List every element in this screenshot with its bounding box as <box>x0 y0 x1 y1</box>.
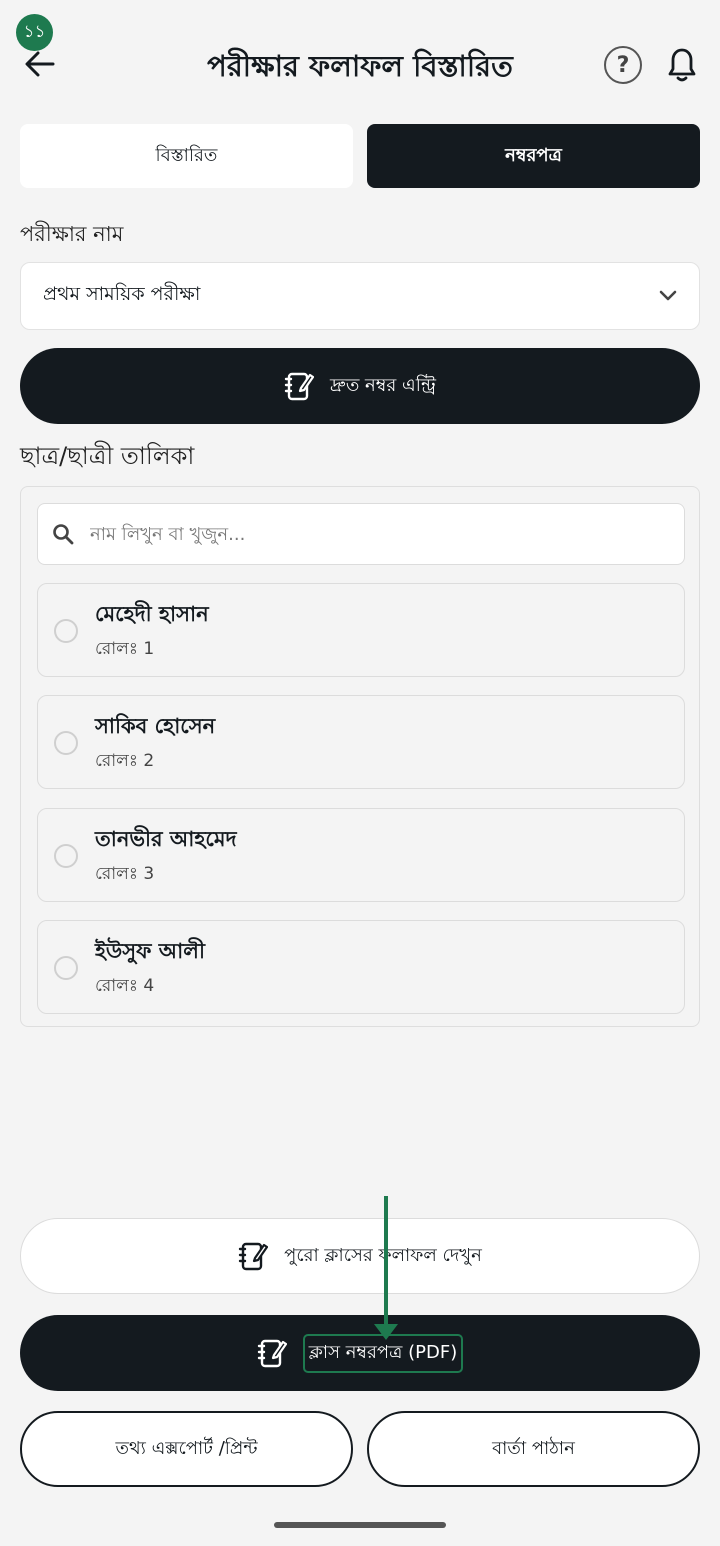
chevron-down-icon <box>659 290 677 301</box>
notebook-edit-icon <box>238 1242 269 1271</box>
notification-button[interactable] <box>664 44 700 86</box>
student-name: তানভীর আহমেদ <box>95 827 237 851</box>
student-select-radio[interactable] <box>54 619 78 643</box>
student-list-item[interactable]: মেহেদী হাসান রোলঃ 1 <box>37 583 685 677</box>
student-select-radio[interactable] <box>54 731 78 755</box>
pointer-arrow <box>374 1196 398 1340</box>
student-select-radio[interactable] <box>54 956 78 980</box>
quick-marks-entry-button[interactable]: দ্রুত নম্বর এন্ট্রি <box>20 348 700 424</box>
send-message-label: বার্তা পাঠান <box>492 1437 575 1459</box>
help-button[interactable]: ? <box>604 46 642 84</box>
student-roll: রোলঃ 4 <box>95 976 155 996</box>
tab-details[interactable]: বিস্তারিত <box>20 124 353 188</box>
arrow-left-icon <box>25 51 55 77</box>
exam-select-value: প্রথম সাময়িক পরীক্ষা <box>43 283 201 305</box>
student-list-item[interactable]: তানভীর আহমেদ রোলঃ 3 <box>37 808 685 902</box>
export-print-button[interactable]: তথ্য এক্সপোর্ট /প্রিন্ট <box>20 1411 353 1487</box>
student-list-title: ছাত্র/ছাত্রী তালিকা <box>20 442 195 470</box>
student-roll: রোলঃ 2 <box>95 751 155 771</box>
exam-select[interactable]: প্রথম সাময়িক পরীক্ষা <box>20 262 700 330</box>
exam-name-label: পরীক্ষার নাম <box>20 222 124 246</box>
bell-icon <box>668 48 696 82</box>
student-search-box[interactable] <box>37 503 685 565</box>
student-list-item[interactable]: সাকিব হোসেন রোলঃ 2 <box>37 695 685 789</box>
student-list-item[interactable]: ইউসুফ আলী রোলঃ 4 <box>37 920 685 1014</box>
question-circle-icon: ? <box>616 52 630 78</box>
student-search-input[interactable] <box>88 522 632 546</box>
student-list-panel[interactable]: মেহেদী হাসান রোলঃ 1 সাকিব হোসেন রোলঃ 2 ত… <box>20 486 700 1027</box>
notebook-edit-icon <box>284 372 314 401</box>
student-name: ইউসুফ আলী <box>95 939 205 963</box>
export-print-label: তথ্য এক্সপোর্ট /প্রিন্ট <box>115 1437 258 1459</box>
notebook-edit-icon <box>257 1339 287 1368</box>
send-message-button[interactable]: বার্তা পাঠান <box>367 1411 700 1487</box>
search-icon <box>53 524 74 545</box>
student-name: সাকিব হোসেন <box>95 714 216 738</box>
home-indicator[interactable] <box>274 1522 446 1528</box>
status-badge: ১১ <box>16 14 53 51</box>
student-name: মেহেদী হাসান <box>95 602 209 626</box>
student-roll: রোলঃ 3 <box>95 864 155 884</box>
quick-marks-entry-label: দ্রুত নম্বর এন্ট্রি <box>330 374 436 396</box>
tab-marksheet[interactable]: নম্বরপত্র <box>367 124 700 188</box>
student-select-radio[interactable] <box>54 844 78 868</box>
page-title: পরীক্ষার ফলাফল বিস্তারিত <box>207 49 513 83</box>
student-roll: রোলঃ 1 <box>95 639 155 659</box>
